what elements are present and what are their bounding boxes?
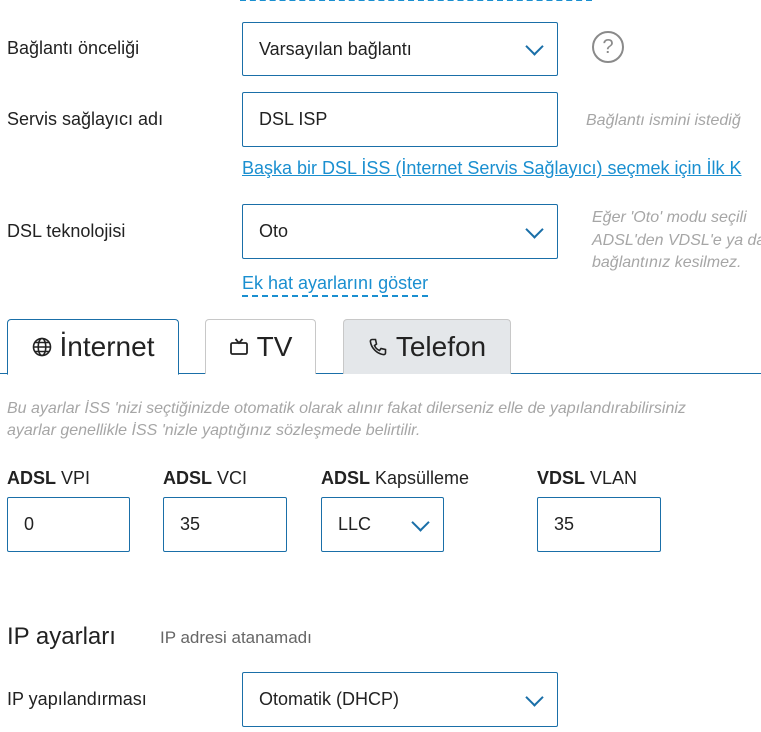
chevron-down-icon <box>525 687 544 707</box>
vpi-input-value: 0 <box>24 514 35 534</box>
isp-note-line-1: Bu ayarlar İSS 'nizi seçtiğinizde otomat… <box>7 400 686 417</box>
help-icon[interactable]: ? <box>592 31 624 63</box>
tab-tv[interactable]: TV <box>205 319 316 374</box>
tech-hint-line-2: ADSL'den VDSL'e ya da <box>592 232 761 249</box>
encapsulation-label: ADSL Kapsülleme <box>321 468 470 488</box>
encapsulation-select[interactable]: LLC <box>321 497 444 552</box>
dashed-link-underline <box>240 0 592 1</box>
tech-select-value: Oto <box>259 221 289 241</box>
phone-icon <box>368 337 388 357</box>
choose-other-isp-link[interactable]: Başka bir DSL İSS (İnternet Servis Sağla… <box>242 158 742 179</box>
vlan-label: VDSL VLAN <box>537 468 638 488</box>
tech-hint-line-1: Eğer 'Oto' modu seçili <box>592 209 747 226</box>
tech-label: DSL teknolojisi <box>7 221 126 241</box>
priority-select-value: Varsayılan bağlantı <box>259 38 412 59</box>
tab-tv-label: TV <box>256 331 293 362</box>
ip-config-select-value: Otomatik (DHCP) <box>259 689 400 709</box>
provider-label: Servis sağlayıcı adı <box>7 109 164 129</box>
chevron-down-icon <box>525 37 544 56</box>
provider-input-value: DSL ISP <box>259 109 328 129</box>
encapsulation-select-value: LLC <box>338 514 372 534</box>
tech-select[interactable]: Oto <box>242 204 558 259</box>
tv-icon <box>229 337 249 357</box>
tech-hint-line-3: bağlantınız kesilmez. <box>592 254 742 271</box>
globe-icon <box>32 337 52 357</box>
show-extra-line-settings-link[interactable]: Ek hat ayarlarını göster <box>242 273 429 297</box>
vci-input[interactable]: 35 <box>163 497 287 552</box>
chevron-down-icon <box>525 219 544 239</box>
tab-internet-label: İnternet <box>59 331 155 362</box>
vlan-input[interactable]: 35 <box>537 497 661 552</box>
tab-phone-label: Telefon <box>395 331 487 362</box>
priority-label: Bağlantı önceliği <box>7 38 140 58</box>
provider-hint: Bağlantı ismini istediğ <box>586 112 741 129</box>
priority-select[interactable]: Varsayılan bağlantı <box>242 22 558 76</box>
ip-config-label: IP yapılandırması <box>7 689 147 709</box>
vpi-label: ADSL VPI <box>7 468 91 488</box>
ip-config-select[interactable]: Otomatik (DHCP) <box>242 672 558 727</box>
vci-label: ADSL VCI <box>163 468 248 488</box>
tab-internet[interactable]: İnternet <box>7 319 179 375</box>
vlan-input-value: 35 <box>554 514 575 534</box>
vpi-input[interactable]: 0 <box>7 497 130 552</box>
tab-phone[interactable]: Telefon <box>343 319 511 374</box>
vci-input-value: 35 <box>180 514 201 534</box>
ip-settings-title: IP ayarları <box>7 623 116 650</box>
provider-input[interactable]: DSL ISP <box>242 92 558 147</box>
chevron-down-icon <box>411 512 430 532</box>
ip-status: IP adresi atanamadı <box>160 628 312 647</box>
isp-note-line-2: ayarlar genellikle İSS 'nizle yaptığınız… <box>7 422 421 439</box>
